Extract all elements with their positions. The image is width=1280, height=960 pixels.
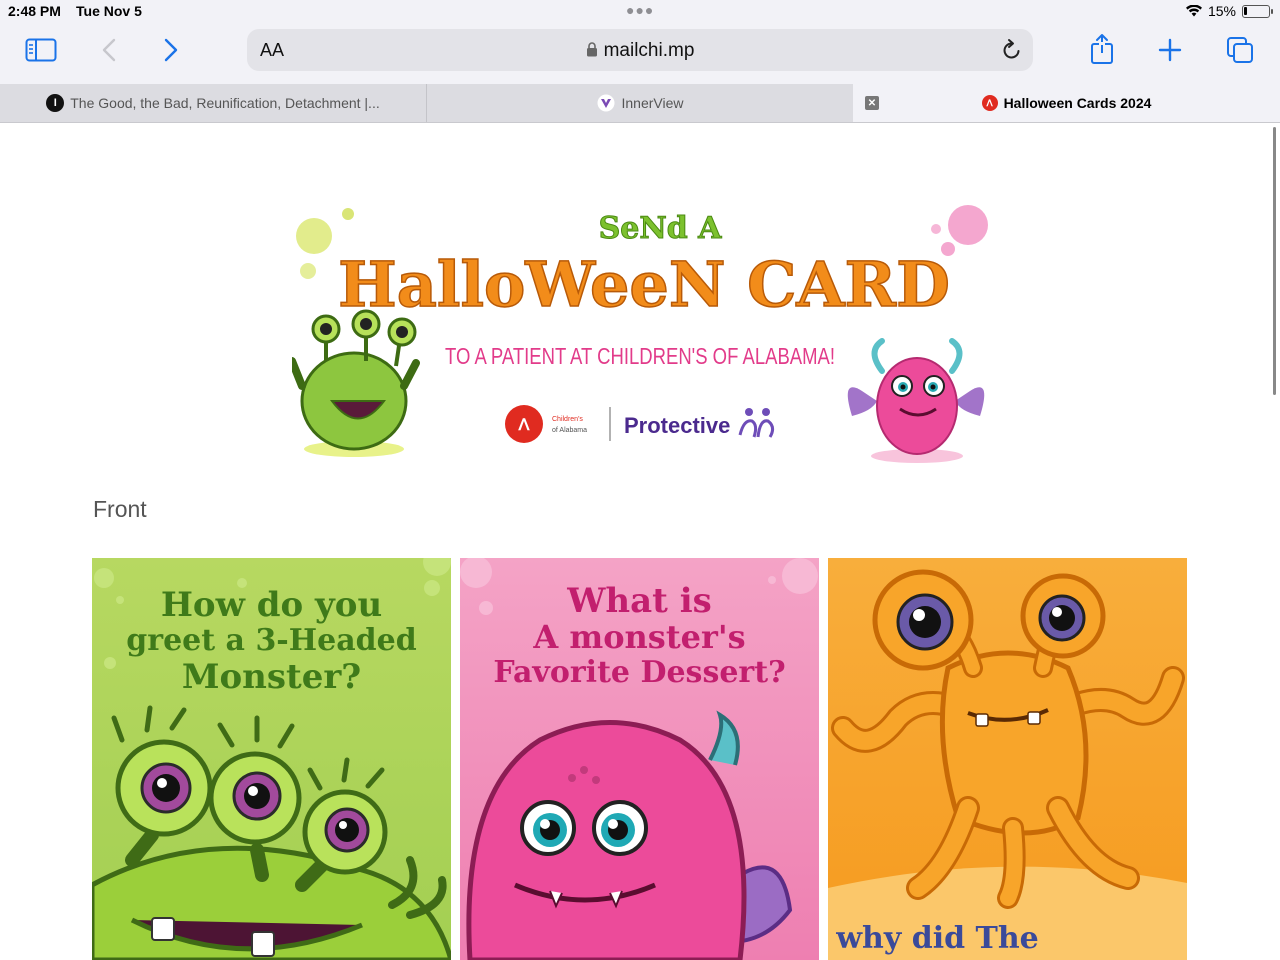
tab-halloween-cards[interactable]: ✕ ᐱ Halloween Cards 2024 [853, 84, 1280, 122]
url-display[interactable]: mailchi.mp [247, 40, 1033, 62]
card-2-line-1: What is [567, 581, 712, 621]
card-3-caption: why did The [828, 922, 1117, 956]
reload-icon[interactable] [1001, 38, 1023, 62]
scrollbar[interactable] [1273, 127, 1276, 395]
banner-subtitle: TO A PATIENT AT CHILDREN'S OF ALABAMA! [445, 343, 835, 369]
card-front-orange-monster[interactable]: why did The [828, 558, 1187, 960]
tab-strip: I The Good, the Bad, Reunification, Deta… [0, 84, 1280, 123]
card-2-caption: What is A monster's Favorite Dessert? [460, 582, 819, 690]
svg-text:ᐱ: ᐱ [518, 417, 531, 434]
childrens-logo-line2: of Alabama [552, 427, 587, 434]
share-icon[interactable] [1089, 32, 1115, 66]
card-2-line-3: Favorite Dessert? [493, 654, 786, 690]
url-text: mailchi.mp [603, 40, 695, 61]
browser-toolbar: AA mailchi.mp [0, 24, 1280, 84]
new-tab-icon[interactable] [1157, 37, 1183, 63]
sidebar-icon[interactable] [24, 36, 58, 64]
web-content[interactable]: SeNd A HalloWeeN CARD TO A PATIENT AT CH… [0, 123, 1280, 960]
address-bar[interactable]: AA mailchi.mp [247, 29, 1033, 71]
orange-monster-card-illustration [828, 569, 1187, 960]
tab-title: The Good, the Bad, Reunification, Detach… [70, 95, 380, 111]
tab-favicon-icon: I [46, 94, 65, 112]
close-tab-icon[interactable]: ✕ [865, 96, 879, 110]
tab-title: Halloween Cards 2024 [1003, 95, 1152, 111]
card-1-line-3: Monster? [181, 656, 362, 697]
tabs-overview-icon[interactable] [1225, 36, 1255, 64]
card-1-line-1: How do you [160, 585, 383, 625]
innerview-favicon-icon [597, 94, 615, 112]
front-section-label: Front [93, 496, 147, 522]
green-monster-illustration [292, 309, 420, 457]
banner-halloween-card: HalloWeeN CARD [338, 248, 950, 321]
battery-icon [1242, 4, 1273, 18]
childrens-favicon-icon: ᐱ [981, 95, 998, 111]
multitasking-dots-icon[interactable]: ●●● [626, 2, 654, 18]
card-1-caption: How do you greet a 3-Headed Monster? [92, 586, 451, 696]
banner-send-a: SeNd A [599, 211, 723, 246]
forward-icon[interactable] [160, 36, 182, 64]
card-1-line-2: greet a 3-Headed [126, 623, 417, 659]
lock-icon [586, 42, 597, 57]
tab-innerview[interactable]: InnerView [428, 84, 853, 122]
card-front-green-monster[interactable]: How do you greet a 3-Headed Monster? [92, 558, 451, 960]
back-icon[interactable] [98, 36, 120, 64]
protective-logo-icon [738, 408, 775, 438]
tab-the-good-the-bad[interactable]: I The Good, the Bad, Reunification, Deta… [0, 84, 427, 122]
pink-monster-card-illustration [466, 710, 793, 960]
card-3-line-1: why did The [836, 921, 1039, 956]
status-right: 15% [1185, 3, 1273, 19]
protective-logo-text: Protective [624, 413, 730, 438]
battery-percent: 15% [1207, 3, 1236, 19]
card-2-line-2: A monster's [533, 618, 746, 657]
childrens-logo-line1: Children's [552, 416, 583, 423]
status-time: 2:48 PM [8, 3, 61, 19]
wifi-icon [1185, 5, 1202, 17]
tab-title: InnerView [621, 95, 684, 111]
status-bar: 2:48 PM Tue Nov 5 ●●● 15% [0, 0, 1280, 24]
card-front-pink-monster[interactable]: What is A monster's Favorite Dessert? [460, 558, 819, 960]
status-date: Tue Nov 5 [76, 3, 142, 19]
three-headed-monster-illustration [92, 705, 451, 960]
halloween-card-banner: SeNd A HalloWeeN CARD TO A PATIENT AT CH… [292, 205, 988, 463]
pink-monster-illustration [847, 338, 985, 463]
